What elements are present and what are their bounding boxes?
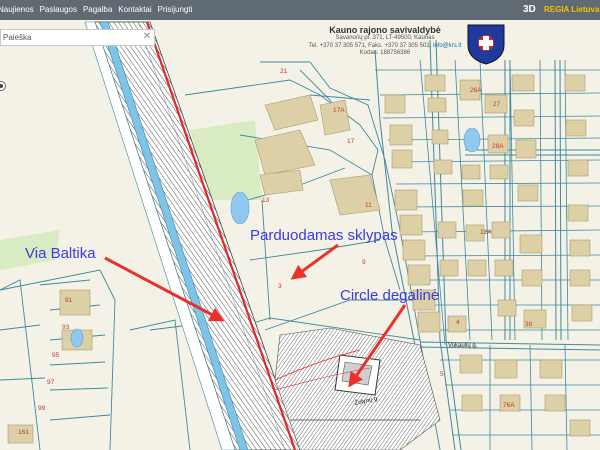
municipality-name: Kauno rajono savivaldybė — [329, 25, 441, 35]
regia-logo[interactable]: REGIA Lietuva — [544, 5, 599, 14]
municipality-contacts: Tel. +370 37 305 571, Faks. +370 37 305 … — [305, 43, 465, 51]
parcel-label: 26A — [470, 87, 482, 94]
parcel-label: 28A — [492, 143, 504, 150]
parcel-label: 97 — [47, 379, 55, 386]
top-navigation-bar: Naujienos Paslaugos Pagalba Kontaktai Pr… — [0, 0, 600, 20]
clear-search-icon[interactable]: ✕ — [143, 31, 151, 42]
parcel-label: 93 — [62, 324, 70, 331]
coat-of-arms-icon — [467, 24, 505, 65]
municipality-address: Savanorių pr. 371, LT-49500, Kaunas — [335, 35, 435, 41]
3d-toggle-button[interactable]: 3D — [523, 4, 536, 15]
parcel-label: 13 — [262, 197, 270, 204]
label-circle-station: Circle degalinė — [340, 287, 439, 304]
parcel-label: 5 — [440, 371, 444, 378]
menu-item-contacts[interactable]: Kontaktai — [118, 5, 151, 14]
search-box: ✕ — [0, 29, 155, 46]
parcel-label: 91 — [65, 297, 73, 304]
parcel-label: 27 — [493, 101, 501, 108]
street-name: Vokaulių g. — [448, 343, 478, 349]
parcel-label: 161 — [18, 429, 29, 436]
parcel-label: 12A — [480, 229, 492, 236]
cadastral-map[interactable]: 21 17A 17 13 11 9 3 91 93 95 97 99 161 5… — [0, 0, 600, 450]
parcel-label: 4 — [456, 319, 460, 326]
menu-item-help[interactable]: Pagalba — [83, 5, 112, 14]
phone-fax: Tel. +370 37 305 571, Faks. +370 37 305 … — [308, 42, 432, 49]
label-plot-for-sale: Parduodamas sklypas — [250, 227, 398, 244]
municipality-info: Kauno rajono savivaldybė Savanorių pr. 3… — [305, 24, 465, 62]
parcel-label: 9 — [362, 259, 366, 266]
parcel-label: 95 — [52, 352, 60, 359]
parcel-label: 76A — [503, 402, 515, 409]
main-menu: Naujienos Paslaugos Pagalba Kontaktai Pr… — [0, 5, 192, 14]
parcel-label: 3 — [278, 283, 282, 290]
email-link[interactable]: info@krs.lt — [433, 43, 461, 49]
menu-item-login[interactable]: Prisijungti — [158, 5, 193, 14]
parcel-label: 17A — [333, 107, 345, 114]
parcel-label: 11 — [365, 202, 372, 209]
municipality-code: Kodas: 188756386 — [359, 50, 411, 57]
parcel-label: 38 — [525, 321, 533, 328]
label-via-baltika: Via Baltika — [25, 245, 96, 262]
parcel-label: 17 — [347, 138, 355, 145]
search-input[interactable] — [3, 31, 138, 44]
parcel-label: 21 — [280, 68, 288, 75]
gas-station-area — [274, 327, 441, 450]
parcel-label: 99 — [38, 405, 46, 412]
menu-item-services[interactable]: Paslaugos — [40, 5, 77, 14]
menu-item-news[interactable]: Naujienos — [0, 5, 34, 14]
